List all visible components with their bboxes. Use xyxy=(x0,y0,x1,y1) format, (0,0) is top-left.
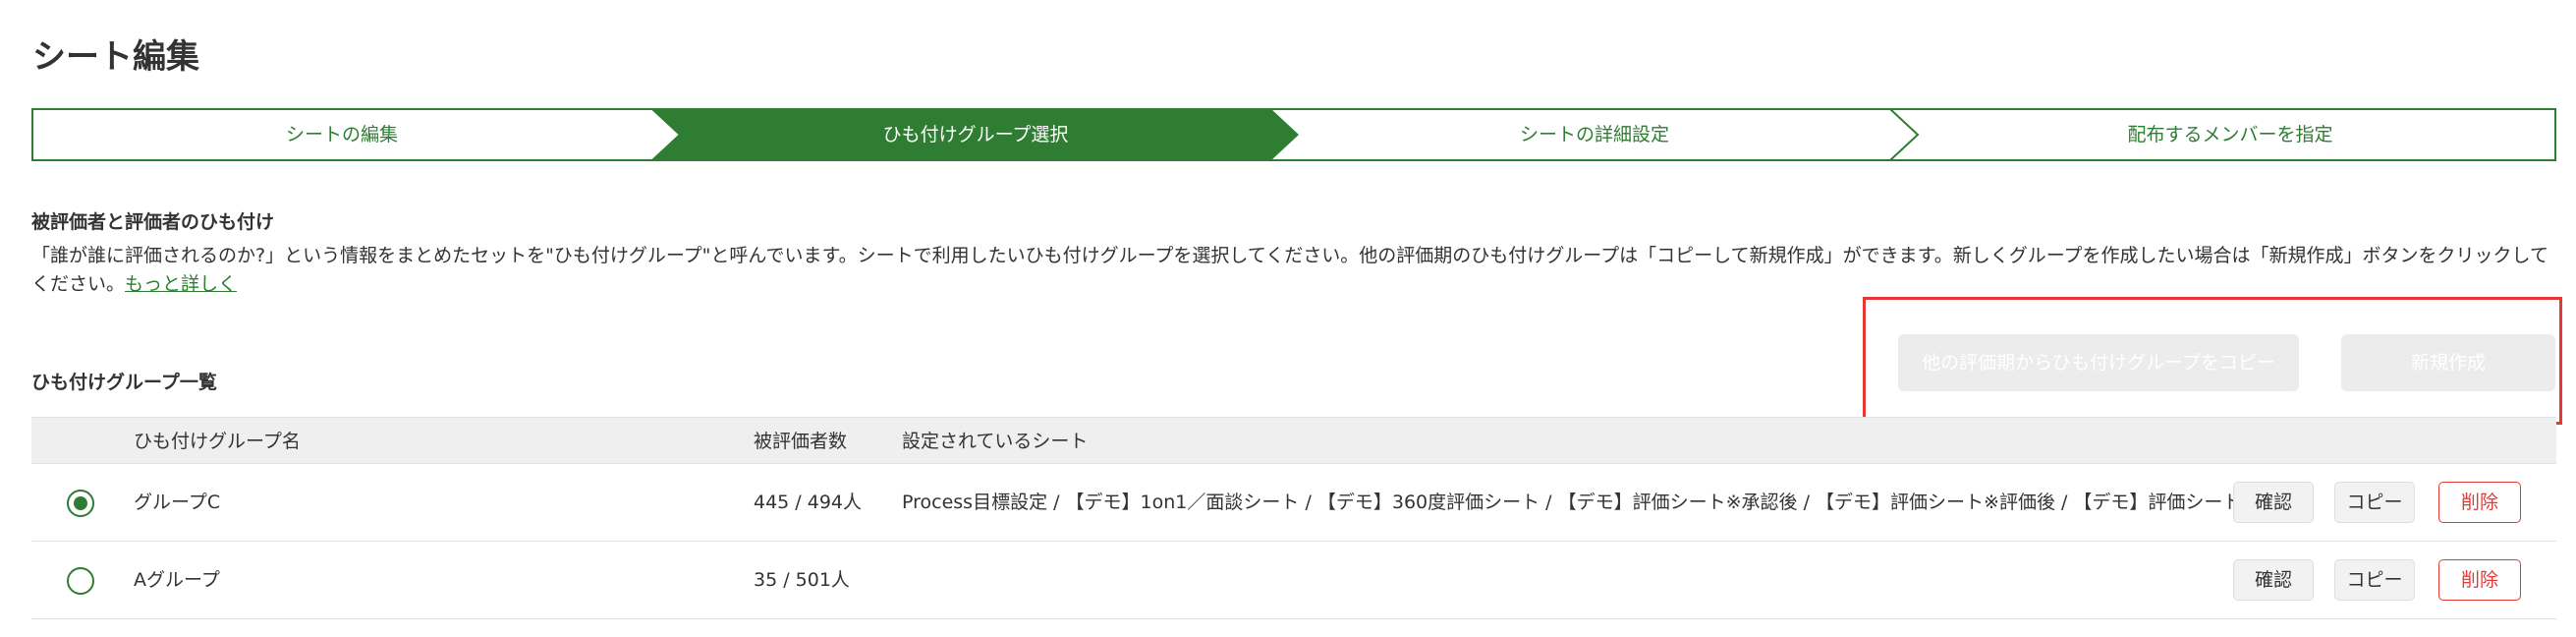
delete-button[interactable]: 削除 xyxy=(2438,482,2521,523)
evaluatee-count: 35 / 501人 xyxy=(754,569,850,591)
linking-description: 「誰が誰に評価されるのか?」という情報をまとめたセットを"ひも付けグループ"と呼… xyxy=(31,242,2556,299)
copy-button[interactable]: コピー xyxy=(2334,482,2415,523)
delete-button[interactable]: 削除 xyxy=(2438,559,2521,601)
stepper: シートの編集 ひも付けグループ選択 シートの詳細設定 配布するメンバーを指定 xyxy=(31,108,2556,161)
column-header-evaluatee-count: 被評価者数 xyxy=(754,431,848,452)
step-assign-members[interactable]: 配布するメンバーを指定 xyxy=(1904,108,2556,161)
evaluatee-count: 445 / 494人 xyxy=(754,492,863,513)
copy-from-other-period-button[interactable]: 他の評価期からひも付けグループをコピー xyxy=(1898,334,2299,391)
linking-description-text: 「誰が誰に評価されるのか?」という情報をまとめたセットを"ひも付けグループ"と呼… xyxy=(31,245,2548,295)
group-list-title: ひも付けグループ一覧 xyxy=(31,372,217,393)
step-linking-group-select[interactable]: ひも付けグループ選択 xyxy=(666,108,1285,161)
linking-section-title: 被評価者と評価者のひも付け xyxy=(31,211,275,233)
step-sheet-edit[interactable]: シートの編集 xyxy=(31,108,652,161)
copy-button[interactable]: コピー xyxy=(2334,559,2415,601)
group-name: グループC xyxy=(134,492,221,513)
column-header-name: ひも付けグループ名 xyxy=(134,431,301,452)
group-radio-selected[interactable] xyxy=(67,490,94,517)
group-table: ひも付けグループ名 被評価者数 設定されているシート グループC 445 / 4… xyxy=(31,417,2556,619)
confirm-button[interactable]: 確認 xyxy=(2233,559,2314,601)
create-new-button[interactable]: 新規作成 xyxy=(2341,334,2555,391)
column-header-sheets: 設定されているシート xyxy=(902,431,1089,452)
table-row[interactable]: グループC 445 / 494人 Process目標設定 / 【デモ】1on1／… xyxy=(31,464,2556,542)
assigned-sheets: Process目標設定 / 【デモ】1on1／面談シート / 【デモ】360度評… xyxy=(902,492,2243,513)
table-header: ひも付けグループ名 被評価者数 設定されているシート xyxy=(31,417,2556,464)
step-sheet-detail-settings[interactable]: シートの詳細設定 xyxy=(1285,108,1904,161)
group-radio[interactable] xyxy=(67,567,94,595)
table-row[interactable]: Aグループ 35 / 501人 確認 コピー 削除 xyxy=(31,542,2556,619)
group-name: Aグループ xyxy=(134,569,220,591)
confirm-button[interactable]: 確認 xyxy=(2233,482,2314,523)
page-title: シート編集 xyxy=(32,37,199,77)
more-details-link[interactable]: もっと詳しく xyxy=(125,273,237,295)
